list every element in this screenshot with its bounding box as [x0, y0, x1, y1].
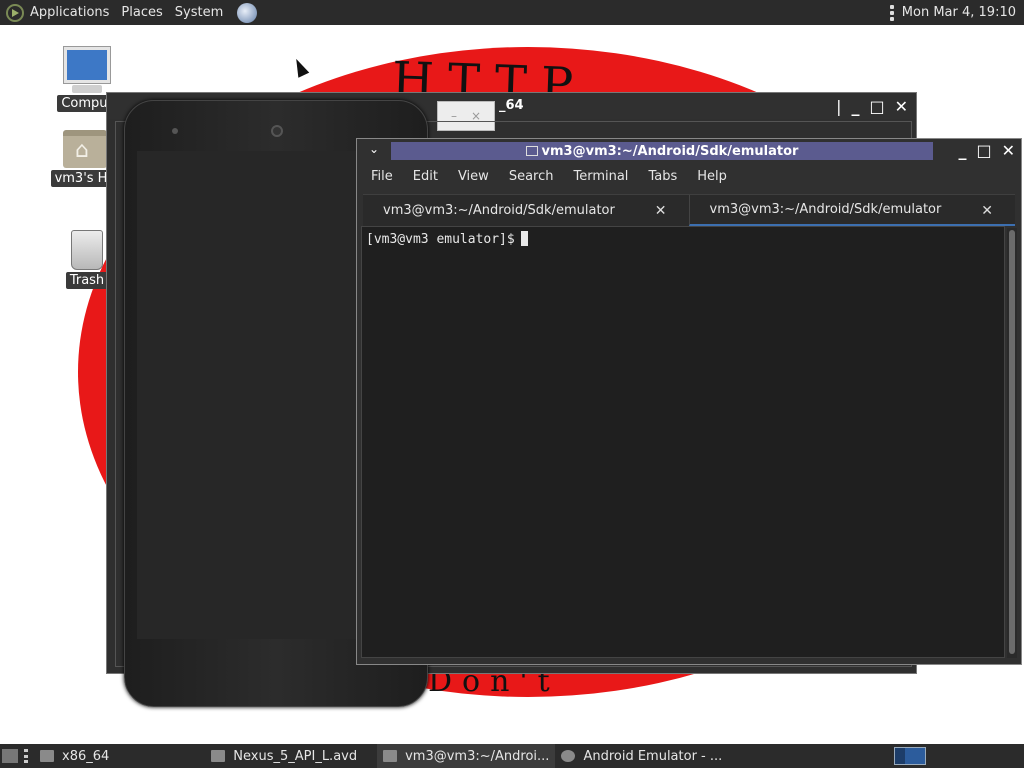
terminal-icon	[525, 146, 538, 156]
terminal-output[interactable]: [vm3@vm3 emulator]$	[361, 226, 1005, 658]
maximize-button[interactable]: □	[869, 97, 884, 116]
applications-icon	[6, 3, 24, 22]
folder-icon	[211, 750, 226, 762]
terminal-titlebar[interactable]: ⌄ vm3@vm3:~/Android/Sdk/emulator _ □ ✕	[357, 139, 1021, 163]
terminal-window[interactable]: ⌄ vm3@vm3:~/Android/Sdk/emulator _ □ ✕ F…	[356, 138, 1022, 665]
menu-tabs[interactable]: Tabs	[638, 167, 687, 186]
taskbar-item-avd[interactable]: Nexus_5_API_L.avd	[205, 744, 363, 768]
tab-close-icon[interactable]: ✕	[981, 203, 993, 219]
terminal-tab-1[interactable]: vm3@vm3:~/Android/Sdk/emulator ✕	[363, 195, 689, 226]
taskbar-label: Android Emulator - ...	[583, 748, 723, 764]
workspace-switcher[interactable]	[894, 747, 926, 765]
terminal-icon	[383, 750, 398, 762]
places-label: Places	[121, 5, 163, 20]
terminal-menubar: File Edit View Search Terminal Tabs Help	[361, 167, 737, 186]
places-menu[interactable]: Places	[115, 0, 168, 25]
shell-prompt: [vm3@vm3 emulator]$	[366, 232, 515, 247]
computer-icon	[63, 46, 111, 84]
bottom-panel: x86_64 Nexus_5_API_L.avd vm3@vm3:~/Andro…	[0, 744, 1024, 768]
menu-file[interactable]: File	[361, 167, 403, 186]
taskbar-label: vm3@vm3:~/Androi...	[405, 748, 550, 764]
menu-handle-icon[interactable]: |	[836, 97, 841, 116]
folder-icon	[40, 750, 54, 762]
taskbar-label: Nexus_5_API_L.avd	[233, 748, 358, 764]
menu-terminal[interactable]: Terminal	[563, 167, 638, 186]
terminal-title: vm3@vm3:~/Android/Sdk/emulator	[541, 143, 799, 159]
show-desktop-icon[interactable]	[2, 749, 18, 763]
maximize-button[interactable]: □	[976, 141, 991, 160]
top-panel: Applications Places System Mon Mar 4, 19…	[0, 0, 1024, 25]
browser-launcher-icon[interactable]	[237, 2, 258, 23]
menu-edit[interactable]: Edit	[403, 167, 448, 186]
home-folder-icon	[63, 130, 107, 168]
panel-handle-icon[interactable]	[889, 4, 894, 21]
taskbar-item-x86-64[interactable]: x86_64	[34, 744, 115, 768]
terminal-tab-2[interactable]: vm3@vm3:~/Android/Sdk/emulator ✕	[688, 195, 1015, 226]
trash-icon	[71, 230, 103, 270]
emulator-title: _64	[499, 98, 524, 113]
minimize-button[interactable]: _	[851, 97, 859, 116]
mouse-pointer-icon	[290, 56, 310, 78]
taskbar-label: x86_64	[62, 748, 110, 764]
panel-handle-icon[interactable]	[24, 749, 28, 763]
tab-close-icon[interactable]: ✕	[655, 203, 667, 219]
close-button[interactable]: ✕	[895, 97, 908, 116]
scrollbar-thumb[interactable]	[1009, 230, 1015, 654]
tab-label: vm3@vm3:~/Android/Sdk/emulator	[383, 203, 615, 218]
terminal-scrollbar[interactable]	[1007, 228, 1017, 658]
menu-help[interactable]: Help	[687, 167, 737, 186]
close-button[interactable]: ✕	[1002, 141, 1015, 160]
clock[interactable]: Mon Mar 4, 19:10	[902, 5, 1016, 20]
system-label: System	[174, 5, 224, 20]
system-menu[interactable]: System	[169, 0, 229, 25]
window-menu-icon[interactable]: ⌄	[369, 142, 379, 156]
menu-view[interactable]: View	[448, 167, 499, 186]
minimize-button[interactable]: _	[958, 141, 966, 160]
phone-sensor-icon	[172, 128, 178, 134]
phone-camera-icon	[271, 125, 283, 137]
desktop-icon-label: Trash	[65, 272, 109, 289]
taskbar-item-emulator[interactable]: Android Emulator - ...	[555, 744, 728, 768]
text-cursor	[520, 231, 528, 246]
terminal-tabs: vm3@vm3:~/Android/Sdk/emulator ✕ vm3@vm3…	[363, 194, 1015, 226]
applications-label: Applications	[30, 5, 110, 20]
tab-label: vm3@vm3:~/Android/Sdk/emulator	[709, 202, 942, 217]
applications-menu[interactable]: Applications	[0, 0, 115, 25]
taskbar-item-terminal[interactable]: vm3@vm3:~/Androi...	[377, 744, 556, 768]
menu-search[interactable]: Search	[499, 167, 564, 186]
terminal-title-area[interactable]: vm3@vm3:~/Android/Sdk/emulator	[391, 142, 933, 160]
emulator-icon	[561, 750, 576, 762]
